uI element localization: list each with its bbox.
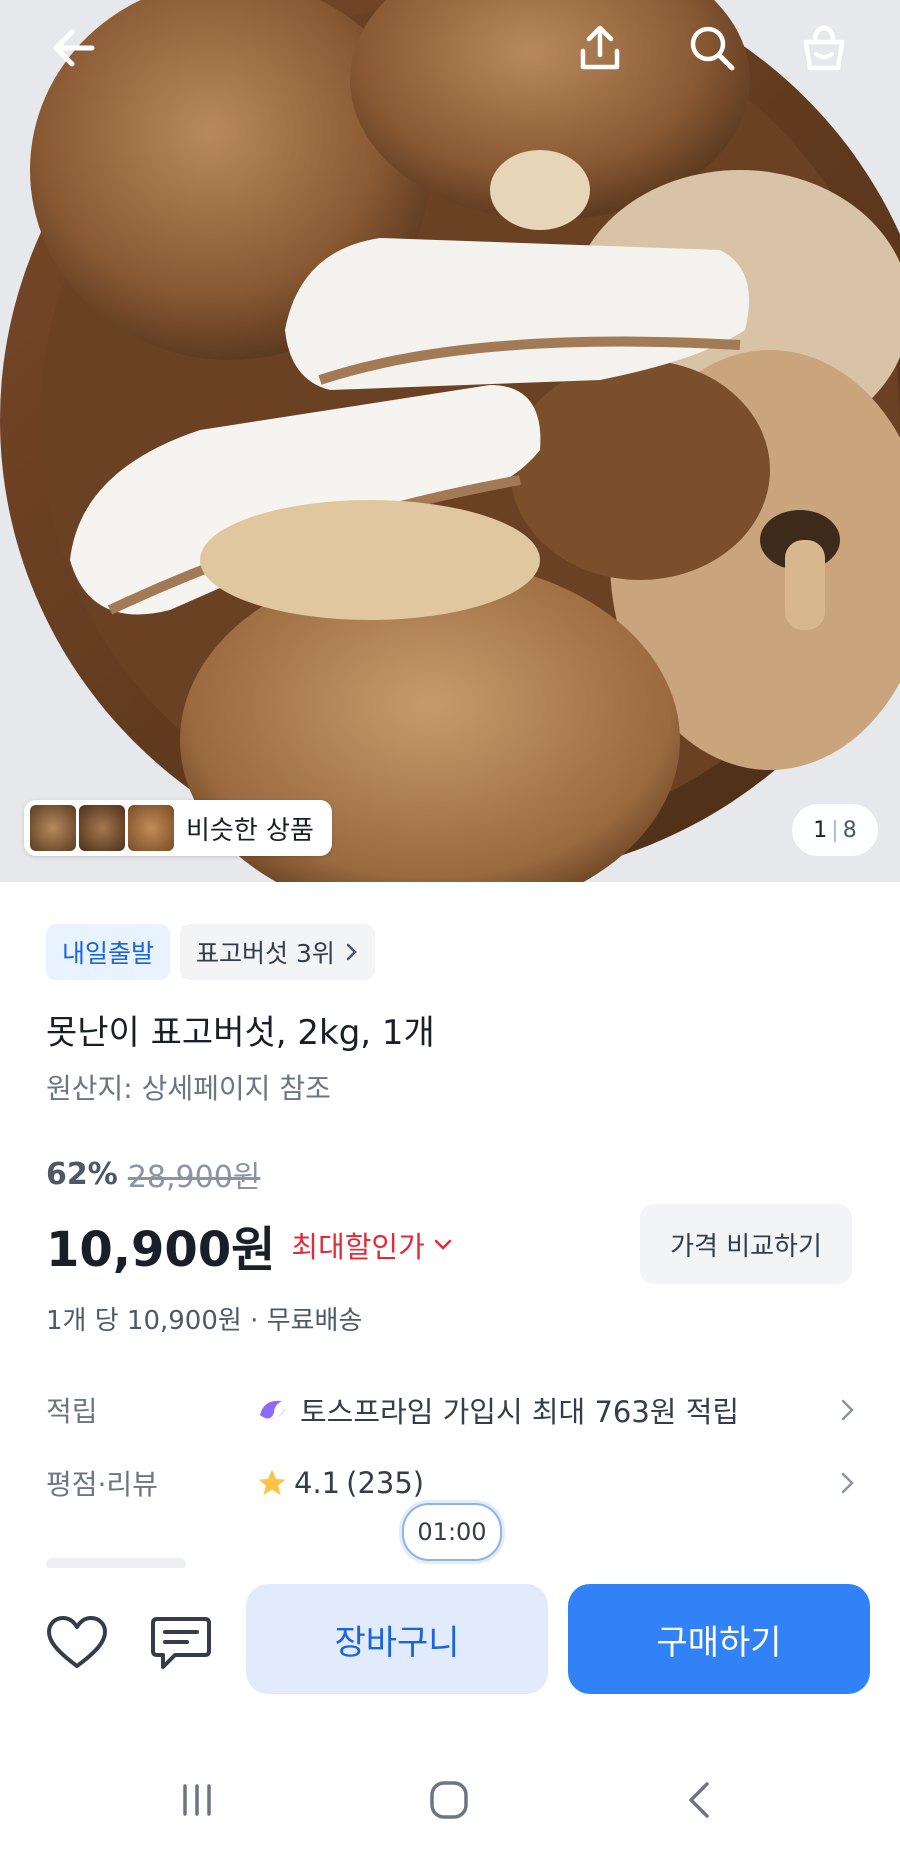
rank-badge[interactable]: 표고버섯 3위 bbox=[180, 924, 375, 980]
pager-separator: | bbox=[831, 817, 839, 843]
mushroom-photo bbox=[0, 0, 900, 882]
unit-price-shipping: 1개 당 10,900원 · 무료배송 bbox=[46, 1306, 363, 1336]
discount-percent: 62% bbox=[46, 1156, 118, 1192]
original-price: 28,900원 bbox=[127, 1160, 261, 1195]
recent-apps-icon bbox=[183, 1784, 211, 1816]
product-image[interactable] bbox=[0, 0, 900, 882]
rating-value: 4.1 bbox=[294, 1466, 341, 1500]
chevron-right-icon bbox=[841, 1399, 854, 1421]
delivery-badge: 내일출발 bbox=[46, 924, 171, 980]
similar-thumbnails bbox=[30, 805, 174, 851]
system-back-button[interactable] bbox=[666, 1770, 736, 1830]
similar-products-label: 비슷한 상품 bbox=[186, 815, 314, 846]
home-icon bbox=[430, 1781, 468, 1819]
similar-products-chip[interactable]: 비슷한 상품 bbox=[24, 800, 332, 856]
star-icon bbox=[258, 1469, 286, 1495]
points-row[interactable]: 적립 토스프라임 가입시 최대 763원 적립 bbox=[46, 1380, 856, 1440]
arrow-left-icon bbox=[53, 29, 95, 67]
add-to-cart-button[interactable]: 장바구니 bbox=[246, 1584, 548, 1694]
price-row: 10,900원 최대할인가 bbox=[46, 1210, 453, 1280]
pager-total: 8 bbox=[842, 817, 857, 843]
share-icon bbox=[580, 25, 620, 70]
sale-price: 10,900원 bbox=[46, 1222, 276, 1278]
max-discount-toggle[interactable]: 최대할인가 bbox=[291, 1224, 452, 1266]
badge-row: 내일출발 표고버섯 3위 bbox=[46, 924, 375, 980]
chevron-right-icon bbox=[346, 943, 357, 961]
review-key: 평점·리뷰 bbox=[46, 1468, 158, 1501]
top-bar bbox=[0, 0, 900, 100]
pager-current: 1 bbox=[813, 817, 828, 843]
similar-thumbnail bbox=[128, 805, 174, 851]
hidden-row-placeholder bbox=[46, 1558, 186, 1568]
search-icon bbox=[690, 26, 735, 71]
buy-now-button[interactable]: 구매하기 bbox=[568, 1584, 870, 1694]
cart-button[interactable] bbox=[792, 16, 856, 80]
home-button[interactable] bbox=[414, 1770, 484, 1830]
back-chevron-icon bbox=[689, 1782, 709, 1818]
similar-thumbnail bbox=[79, 805, 125, 851]
similar-thumbnail bbox=[30, 805, 76, 851]
inquiry-button[interactable] bbox=[146, 1608, 216, 1678]
search-button[interactable] bbox=[680, 16, 744, 80]
wishlist-button[interactable] bbox=[42, 1608, 112, 1678]
review-count: (235) bbox=[346, 1466, 425, 1500]
price-compare-button[interactable]: 가격 비교하기 bbox=[640, 1204, 852, 1284]
rank-badge-label: 표고버섯 3위 bbox=[196, 939, 335, 968]
heart-icon bbox=[47, 1616, 107, 1668]
points-value: 토스프라임 가입시 최대 763원 적립 bbox=[300, 1395, 740, 1429]
recent-apps-button[interactable] bbox=[162, 1770, 232, 1830]
max-discount-label: 최대할인가 bbox=[291, 1230, 425, 1264]
chevron-right-icon bbox=[841, 1472, 854, 1494]
chat-icon bbox=[151, 1617, 211, 1669]
points-key: 적립 bbox=[46, 1395, 98, 1428]
product-origin: 원산지: 상세페이지 참조 bbox=[46, 1072, 331, 1105]
shopping-bag-icon bbox=[803, 25, 845, 71]
back-button[interactable] bbox=[42, 16, 106, 80]
share-button[interactable] bbox=[568, 16, 632, 80]
timer-badge: 01:00 bbox=[402, 1503, 502, 1561]
toss-prime-icon bbox=[260, 1400, 286, 1420]
product-title: 못난이 표고버섯, 2kg, 1개 bbox=[46, 1013, 435, 1053]
image-pager: 1 | 8 bbox=[792, 804, 878, 856]
chevron-down-icon bbox=[434, 1239, 452, 1250]
discount-row: 62% 28,900원 bbox=[46, 1152, 260, 1196]
